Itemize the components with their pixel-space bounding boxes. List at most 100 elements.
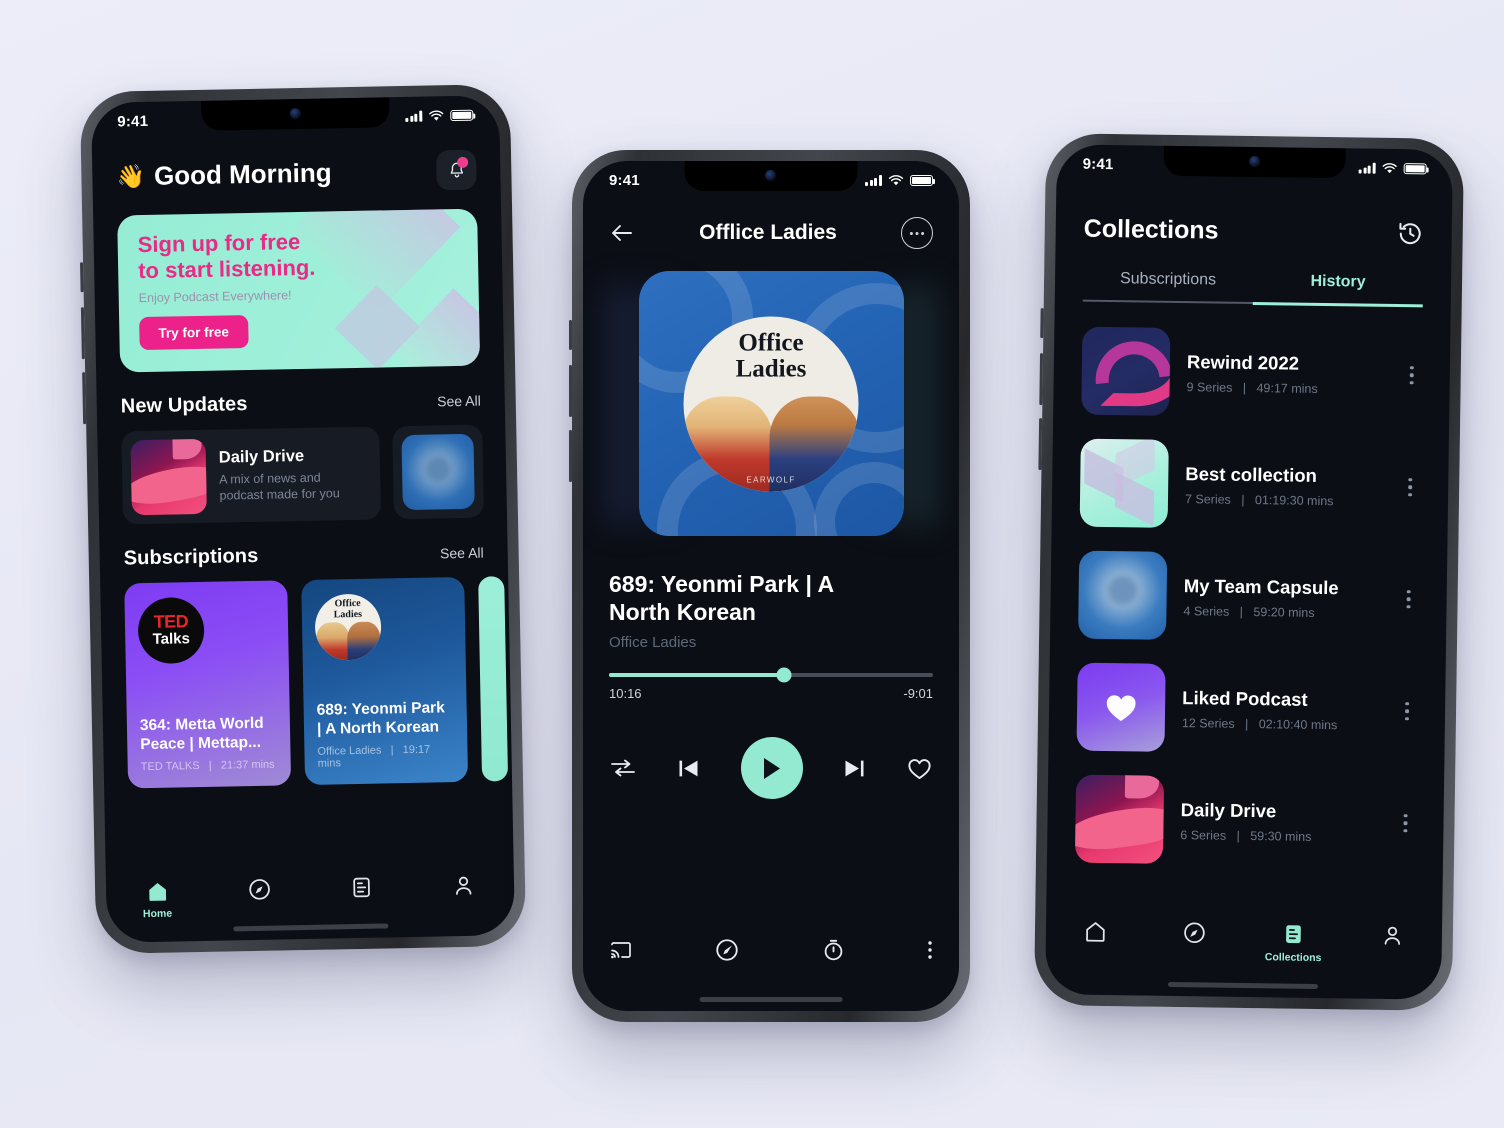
update-title: Daily Drive [218, 446, 305, 467]
status-time: 9:41 [1082, 155, 1114, 174]
page-title: Collections [1083, 214, 1219, 245]
profile-icon [455, 876, 471, 895]
new-updates-list: Daily Drive A mix of news and podcast ma… [121, 424, 485, 525]
meta-separator: | [1241, 492, 1245, 507]
subscription-meta: TED TALKS | 21:37 mins [141, 759, 278, 774]
status-bar: 9:41 [583, 161, 959, 189]
subscriptions-see-all[interactable]: See All [440, 545, 484, 562]
battery-icon [450, 109, 474, 122]
progress-knob[interactable] [776, 667, 792, 683]
show-name: Office Ladies [609, 634, 697, 652]
subscription-title-line1: 689: Yeonmi Park [316, 698, 445, 719]
meta-separator: | [208, 759, 212, 772]
status-time: 9:41 [117, 112, 149, 131]
collection-artwork [1076, 662, 1166, 752]
arrow-left-icon[interactable] [609, 222, 635, 244]
office-ladies-logo-icon: Office Ladies [314, 593, 382, 661]
cast-icon[interactable] [609, 939, 633, 961]
nav-item-discover[interactable] [1145, 920, 1245, 963]
more-options-button[interactable] [901, 217, 933, 249]
nav-item-discover[interactable] [208, 876, 311, 919]
meta-separator: | [1239, 604, 1244, 619]
promo-subtext: Enjoy Podcast Everywhere! [138, 288, 292, 306]
sleep-timer-icon[interactable] [821, 937, 846, 963]
try-for-free-button[interactable]: Try for free [139, 314, 249, 351]
list-item[interactable]: Daily Drive 6 Series | 59:30 mins [1074, 763, 1417, 880]
list-item[interactable]: Best collection 7 Series | 01:19:30 mins [1079, 427, 1421, 544]
shuffle-icon[interactable] [609, 756, 637, 780]
home-screen: 9:41 👋 Good Morning Sign up for free to … [90, 95, 516, 943]
collection-title: Best collection [1185, 462, 1318, 486]
subscriptions-title: Subscriptions [123, 544, 259, 570]
home-indicator [699, 997, 843, 1002]
row-menu-button[interactable] [1399, 590, 1419, 609]
collection-series: 4 Series [1183, 603, 1230, 619]
bottom-navigation: Collections [1046, 918, 1443, 966]
subscription-card[interactable]: Office Ladies 689: Yeonmi Park | A North … [301, 576, 469, 786]
collection-meta: 12 Series | 02:10:40 mins [1182, 716, 1380, 733]
more-vertical-icon[interactable] [927, 939, 933, 961]
row-menu-button[interactable] [1400, 478, 1420, 497]
list-item[interactable]: Liked Podcast 12 Series | 02:10:40 mins [1076, 651, 1418, 768]
previous-icon[interactable] [675, 755, 702, 782]
promo-headline: Sign up for free to start listening. [137, 226, 458, 284]
battery-icon [1403, 163, 1427, 175]
home-indicator [233, 923, 389, 932]
notifications-button[interactable] [435, 149, 477, 191]
play-button[interactable] [740, 737, 803, 800]
cover-wordmark-line2: Ladies [735, 355, 807, 382]
subscription-card[interactable]: TED Talks 364: Metta World Peace | Metta… [124, 580, 292, 789]
nav-item-home[interactable]: Home [106, 878, 209, 921]
collection-duration: 59:30 mins [1250, 828, 1312, 844]
screenshot-canvas: 9:41 👋 Good Morning Sign up for free to … [0, 0, 1504, 1128]
row-menu-button[interactable] [1395, 814, 1415, 833]
collection-duration: 02:10:40 mins [1258, 716, 1338, 732]
row-menu-button[interactable] [1402, 366, 1422, 385]
nav-item-collections[interactable] [310, 874, 413, 917]
progress-slider[interactable] [609, 667, 933, 683]
nav-item-profile[interactable] [1343, 922, 1443, 965]
list-item[interactable] [392, 424, 485, 520]
tab-subscriptions[interactable]: Subscriptions [1083, 270, 1253, 302]
ted-wordmark: TED [153, 611, 189, 633]
new-updates-see-all[interactable]: See All [437, 393, 481, 410]
episode-title-line2: North Korean [609, 599, 756, 626]
cover-art-area: Office Ladies EARWOLF [605, 271, 937, 536]
nav-item-collections[interactable]: Collections [1244, 921, 1344, 964]
collection-artwork [1079, 438, 1169, 528]
home-indicator [1167, 981, 1319, 990]
profile-icon [1384, 926, 1400, 945]
meta-separator: | [390, 744, 394, 757]
list-item[interactable]: My Team Capsule 4 Series | 59:20 mins [1078, 539, 1420, 656]
episode-title: 689: Yeonmi Park | A North Korean [609, 570, 933, 626]
wifi-icon [429, 110, 444, 121]
history-icon[interactable] [1397, 220, 1424, 247]
wave-emoji-icon: 👋 [116, 162, 146, 190]
subscription-card-partial[interactable] [478, 576, 509, 782]
nav-label-collections: Collections [1264, 951, 1322, 965]
row-menu-button[interactable] [1397, 702, 1417, 721]
episode-cover-art: Office Ladies EARWOLF [638, 271, 904, 536]
phone-player: 9:41 Offlice Ladies Office Ladies EARWOL… [569, 150, 970, 1022]
player-screen: 9:41 Offlice Ladies Office Ladies EARWOL… [583, 161, 959, 1011]
collection-meta: 7 Series | 01:19:30 mins [1185, 492, 1383, 509]
battery-icon [910, 175, 936, 186]
subscription-show: TED TALKS [140, 760, 200, 774]
tab-history[interactable]: History [1253, 272, 1423, 304]
next-icon[interactable] [841, 755, 868, 782]
office-ladies-wordmark: Office Ladies [333, 597, 363, 620]
collection-meta: 9 Series | 49:17 mins [1186, 380, 1384, 397]
signup-promo-card[interactable]: Sign up for free to start listening. Enj… [117, 208, 481, 373]
collection-duration: 49:17 mins [1256, 380, 1318, 396]
update-description: A mix of news and podcast made for you [219, 469, 340, 504]
list-item[interactable]: Rewind 2022 9 Series | 49:17 mins [1081, 315, 1423, 432]
nav-item-home[interactable] [1046, 918, 1146, 961]
nav-item-profile[interactable] [412, 872, 515, 915]
play-icon [764, 757, 780, 779]
heart-icon[interactable] [906, 756, 933, 781]
meta-separator: | [1236, 828, 1240, 843]
subscription-title: 689: Yeonmi Park | A North Korean [316, 698, 454, 739]
speed-icon[interactable] [714, 937, 740, 963]
nav-label-home: Home [142, 907, 173, 921]
list-item[interactable]: Daily Drive A mix of news and podcast ma… [121, 426, 382, 525]
